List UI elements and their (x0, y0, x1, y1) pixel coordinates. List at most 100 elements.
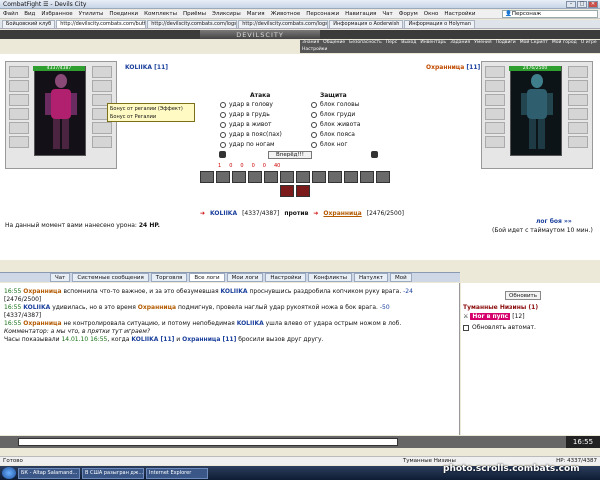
equip-slot[interactable] (9, 108, 29, 120)
menu-fights[interactable]: Поединки (106, 11, 141, 17)
player-name[interactable]: KOLIIKA (125, 64, 152, 71)
taskbar-item[interactable]: БК - Altap Salamand... (18, 467, 80, 479)
chat-input[interactable] (18, 438, 398, 446)
tab-log-2[interactable]: http://devilscity.combats.com/logs.pl?..… (238, 20, 329, 28)
tab-battle[interactable]: http://devilscity.combats.com/buttons.pl… (56, 20, 147, 28)
skill-icon[interactable] (248, 171, 262, 183)
skill-icon[interactable] (280, 185, 294, 197)
equip-slot[interactable] (92, 80, 112, 92)
radio[interactable] (220, 111, 226, 118)
block-waist-option[interactable]: блок пояса (311, 131, 355, 138)
persona-search-input[interactable]: 👤 Персонаж (502, 10, 598, 18)
menu-file[interactable]: Файл (0, 11, 21, 17)
go-button[interactable]: Вперёд!!! (268, 151, 312, 159)
block-chest-option[interactable]: блок груди (311, 111, 355, 118)
close-button[interactable]: ✕ (588, 0, 598, 8)
menu-favorites[interactable]: Избранное (38, 11, 75, 17)
equip-slot[interactable] (92, 66, 112, 78)
attack-head-option[interactable]: удар в голову (220, 101, 273, 108)
versus-opponent-name[interactable]: Охранница (323, 210, 361, 217)
skill-icon[interactable] (200, 171, 214, 183)
nav-quests[interactable]: Задания (448, 40, 472, 47)
tab-mine[interactable]: Мой (390, 273, 412, 282)
radio[interactable] (220, 101, 226, 108)
nav-settings[interactable]: Настройки (300, 47, 329, 54)
skill-icon[interactable] (232, 171, 246, 183)
block-legs-option[interactable]: блок ног (311, 141, 347, 148)
battle-log-link[interactable]: лог боя »» (536, 218, 572, 225)
equip-slot[interactable] (9, 94, 29, 106)
player-name-header[interactable]: KOLIIKA [11] (125, 64, 168, 71)
menu-window[interactable]: Окно (421, 11, 442, 17)
attack-chest-option[interactable]: удар в грудь (220, 111, 270, 118)
attack-belly-option[interactable]: удар в живот (220, 121, 272, 128)
equip-slot[interactable] (9, 66, 29, 78)
nav-about[interactable]: О игре (579, 40, 599, 47)
tab-natulkt[interactable]: Натулкт (354, 273, 389, 282)
menu-tricks[interactable]: Приёмы (180, 11, 209, 17)
menu-sets[interactable]: Комплекты (141, 11, 180, 17)
opponent-avatar[interactable] (510, 66, 562, 156)
maximize-button[interactable]: □ (577, 0, 587, 8)
radio[interactable] (311, 141, 317, 148)
menu-navigation[interactable]: Навигация (342, 11, 379, 17)
menu-chat[interactable]: Чат (379, 11, 395, 17)
tab-club[interactable]: Бойцовский клуб (2, 20, 56, 28)
skill-icon[interactable] (360, 171, 374, 183)
tab-log-1[interactable]: http://devilscity.combats.com/logs.pl?..… (147, 20, 238, 28)
radio[interactable] (311, 101, 317, 108)
tab-chat-settings[interactable]: Настройки (265, 273, 307, 282)
block-head-option[interactable]: блок головы (311, 101, 359, 108)
skill-icon[interactable] (296, 185, 310, 197)
versus-player-name[interactable]: KOLIIKA (210, 210, 237, 217)
attack-legs-option[interactable]: удар по ногам (220, 141, 275, 148)
tab-conflicts[interactable]: Конфликты (308, 273, 352, 282)
eye-icon[interactable] (219, 151, 226, 158)
skill-icon[interactable] (216, 171, 230, 183)
equip-slot[interactable] (9, 122, 29, 134)
equip-slot[interactable] (92, 122, 112, 134)
tab-all-logs[interactable]: Все логи (189, 273, 225, 282)
menu-elixirs[interactable]: Эликсиры (209, 11, 244, 17)
auto-refresh-checkbox[interactable]: Обновлять автомат. (463, 324, 536, 331)
nav-inventory[interactable]: Инвентарь (418, 40, 448, 47)
menu-utilities[interactable]: Утилиты (76, 11, 107, 17)
skill-icon[interactable] (312, 171, 326, 183)
nav-exit[interactable]: Выход (399, 40, 418, 47)
start-button[interactable] (2, 467, 16, 479)
taskbar-item[interactable]: В США разыгран дж... (82, 467, 144, 479)
skill-icon[interactable] (328, 171, 342, 183)
eye-icon[interactable] (371, 151, 378, 158)
menu-characters[interactable]: Персонажи (303, 11, 342, 17)
nav-city[interactable]: Мой город (550, 40, 579, 47)
radio[interactable] (311, 111, 317, 118)
tab-my-logs[interactable]: Мои логи (226, 273, 264, 282)
nav-script[interactable]: Мой Скрипт (518, 40, 550, 47)
radio[interactable] (311, 121, 317, 128)
equip-slot[interactable] (9, 136, 29, 148)
block-belly-option[interactable]: блок живота (311, 121, 360, 128)
radio[interactable] (220, 121, 226, 128)
menu-forum[interactable]: Форум (396, 11, 421, 17)
menu-animal[interactable]: Животное (268, 11, 304, 17)
equip-slot[interactable] (9, 80, 29, 92)
opponent-name-header[interactable]: Охранница [11] (426, 64, 480, 71)
menu-magic[interactable]: Магия (244, 11, 268, 17)
skill-icon[interactable] (264, 171, 278, 183)
menu-settings[interactable]: Настройки (441, 11, 478, 17)
skill-icon[interactable] (376, 171, 390, 183)
radio[interactable] (311, 131, 317, 138)
taskbar-item[interactable]: Internet Explorer (146, 467, 208, 479)
refresh-button[interactable]: Обновить (505, 291, 541, 300)
skill-icon[interactable] (280, 171, 294, 183)
nav-security[interactable]: Безопасность (347, 40, 384, 47)
skill-icon[interactable] (344, 171, 358, 183)
nav-char[interactable]: Перс (384, 40, 399, 47)
opponent-name[interactable]: Охранница (426, 64, 464, 71)
location-player-name[interactable]: Hor в пупс (470, 313, 511, 320)
tab-trade[interactable]: Торговля (150, 273, 188, 282)
tab-chat[interactable]: Чат (50, 273, 71, 282)
menu-view[interactable]: Вид (21, 11, 38, 17)
radio[interactable] (220, 141, 226, 148)
tab-system-messages[interactable]: Системные сообщения (72, 273, 149, 282)
